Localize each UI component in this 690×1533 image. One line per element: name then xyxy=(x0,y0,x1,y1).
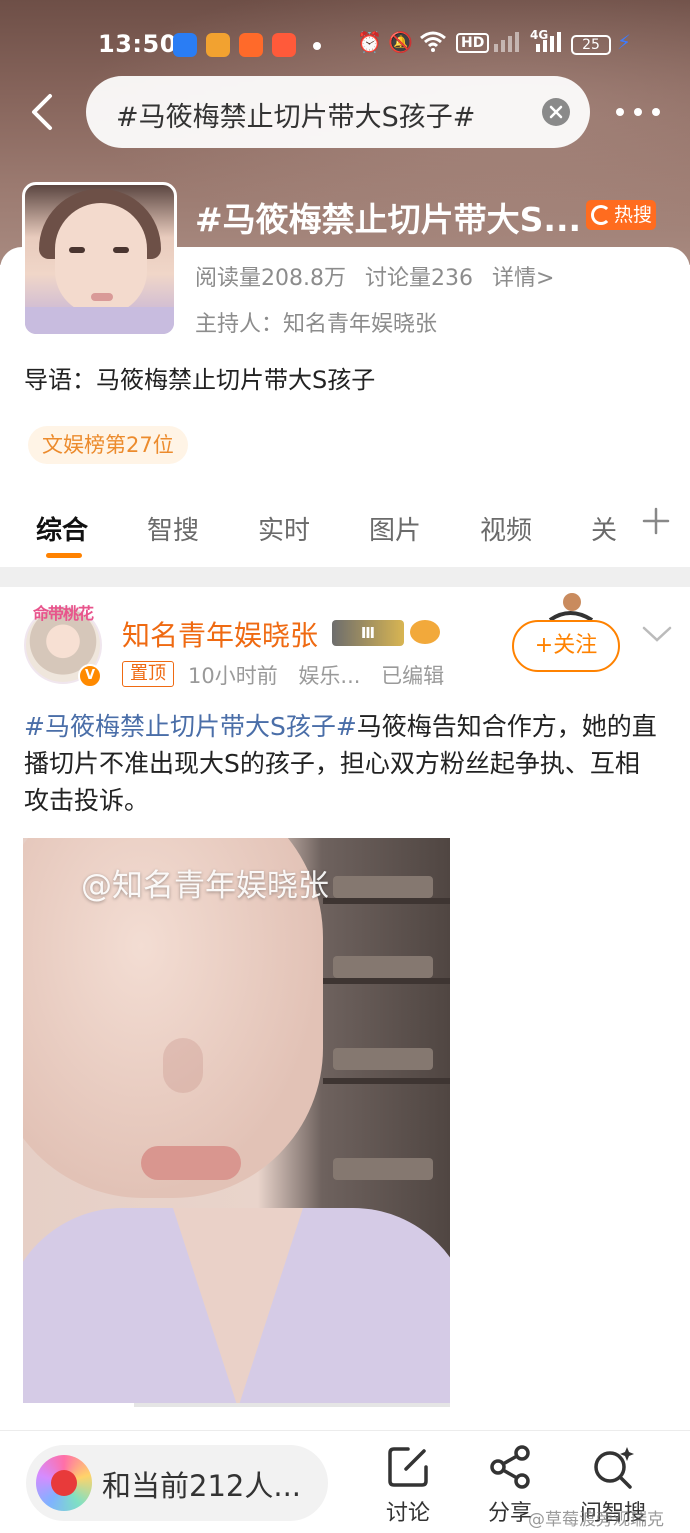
post-time: 10小时前 xyxy=(188,664,278,688)
topic-guide: 导语：马筱梅禁止切片带大S孩子 xyxy=(24,366,376,394)
battery-icon: 25 xyxy=(571,35,611,55)
chat-apple-icon xyxy=(36,1455,92,1511)
more-options-button[interactable] xyxy=(614,96,664,126)
hd-icon: HD xyxy=(456,33,490,53)
tab-realtime[interactable]: 实时 xyxy=(258,510,310,547)
post-video-thumbnail[interactable]: @知名青年娱晓张 xyxy=(23,838,450,1405)
cover-eye xyxy=(113,247,129,253)
clear-icon[interactable] xyxy=(542,98,570,126)
follow-button[interactable]: +关注 xyxy=(512,620,620,672)
add-tab-icon[interactable] xyxy=(641,506,671,536)
grid-app-icon xyxy=(272,33,296,57)
details-link[interactable]: 详情> xyxy=(492,266,554,291)
charging-icon: ⚡ xyxy=(617,30,632,54)
decor-sticker-icon xyxy=(530,590,610,624)
share-icon xyxy=(490,1445,530,1489)
signal-weak-icon xyxy=(492,30,520,57)
avatar-caption: 命带桃花 xyxy=(32,604,94,623)
tab-active-indicator xyxy=(46,553,82,558)
cover-shirt xyxy=(25,307,174,334)
video-progress-fill xyxy=(23,1403,135,1407)
more-dot-icon xyxy=(616,108,624,116)
folded-clothes xyxy=(333,956,433,978)
tab-bar: 综合 智搜 实时 图片 视频 关 xyxy=(0,490,690,566)
verified-badge-icon: V xyxy=(78,664,102,688)
discuss-label: 讨论 xyxy=(385,1501,430,1526)
alarm-icon: ⏰ xyxy=(357,30,382,54)
shelf xyxy=(323,898,450,904)
post-source: 娱乐... xyxy=(298,664,361,688)
more-dot-icon xyxy=(634,108,642,116)
weibo-app-icon xyxy=(206,33,230,57)
post-edited: 已编辑 xyxy=(381,664,445,688)
edit-icon xyxy=(388,1447,428,1487)
status-time: 13:50 xyxy=(98,30,177,58)
back-arrow-icon xyxy=(32,94,52,130)
topic-cover-image[interactable] xyxy=(22,182,177,337)
cover-eye xyxy=(69,247,85,253)
hot-search-badge: 热搜 xyxy=(586,200,656,230)
topic-host[interactable]: 主持人：知名青年娱晓张 xyxy=(195,306,437,338)
folded-clothes xyxy=(333,876,433,898)
mute-icon: 🔕 xyxy=(388,30,413,54)
shield-app-icon xyxy=(173,33,197,57)
photo-lips xyxy=(141,1146,241,1180)
author-name[interactable]: 知名青年娱晓张 xyxy=(122,614,318,654)
tab-images[interactable]: 图片 xyxy=(369,510,421,547)
crown-level-icon: Ⅲ xyxy=(332,620,404,646)
signal-strong-icon xyxy=(534,30,562,57)
post-meta: 10小时前 娱乐... 已编辑 xyxy=(188,660,458,690)
tab-follow[interactable]: 关 xyxy=(591,510,617,547)
folded-clothes xyxy=(333,1048,433,1070)
more-dot-icon xyxy=(652,108,660,116)
search-input[interactable]: #马筱梅禁止切片带大S孩子# xyxy=(86,76,590,148)
running-app-icon xyxy=(239,33,263,57)
tab-smart-search[interactable]: 智搜 xyxy=(147,510,199,547)
corner-watermark: @草莓渡旁观瑞克 xyxy=(528,1510,664,1530)
status-bar: 13:50 ⏰ 🔕 HD 4G 25 ⚡ xyxy=(0,22,690,68)
discuss-button[interactable]: 讨论 xyxy=(373,1443,443,1533)
sparkle-search-icon xyxy=(594,1447,634,1489)
topic-title: #马筱梅禁止切片带大S... xyxy=(195,200,582,239)
wifi-icon xyxy=(420,30,446,57)
shelf xyxy=(323,978,450,984)
folded-clothes xyxy=(333,1158,433,1180)
rank-badge[interactable]: 文娱榜第27位 xyxy=(28,426,188,464)
section-divider xyxy=(0,567,690,587)
image-watermark: @知名青年娱晓张 xyxy=(81,868,329,904)
tab-videos[interactable]: 视频 xyxy=(480,510,532,547)
group-chat-entry[interactable]: 和当前212人... xyxy=(26,1445,328,1521)
fish-badge-icon xyxy=(410,620,440,644)
chat-entry-text: 和当前212人... xyxy=(102,1469,302,1503)
pinned-tag: 置顶 xyxy=(122,661,174,687)
shelf xyxy=(323,1078,450,1084)
post-hashtag[interactable]: #马筱梅禁止切片带大S孩子# xyxy=(24,712,357,741)
discussion-count: 讨论量236 xyxy=(364,266,473,291)
chevron-down-icon[interactable] xyxy=(640,622,674,646)
back-button[interactable] xyxy=(22,90,66,134)
video-progress-bar[interactable] xyxy=(23,1403,450,1407)
tab-comprehensive[interactable]: 综合 xyxy=(36,510,88,547)
post-body: #马筱梅禁止切片带大S孩子#马筱梅告知合作方，她的直播切片不准出现大S的孩子，担… xyxy=(24,708,664,819)
notification-dot-icon xyxy=(313,42,321,50)
search-query-text: #马筱梅禁止切片带大S孩子# xyxy=(116,102,476,133)
hot-badge-label: 热搜 xyxy=(614,204,653,226)
read-count: 阅读量208.8万 xyxy=(195,266,346,291)
topic-stats: 阅读量208.8万 讨论量236 详情> xyxy=(195,260,566,292)
photo-nose xyxy=(163,1038,203,1093)
hot-search-icon xyxy=(591,205,611,225)
cover-lips xyxy=(91,293,113,301)
